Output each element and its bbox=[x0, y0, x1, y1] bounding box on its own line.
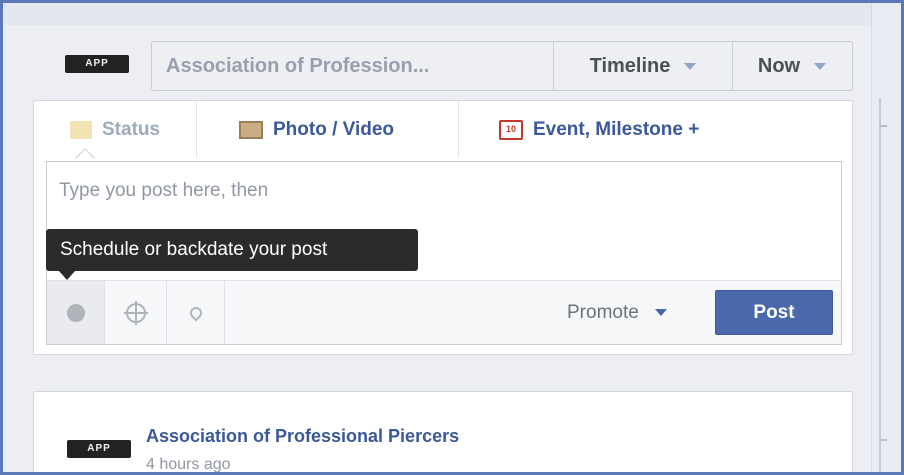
chevron-down-icon bbox=[814, 62, 827, 70]
location-pin-icon bbox=[187, 304, 204, 321]
timeline-dropdown[interactable]: Timeline bbox=[554, 42, 733, 90]
tooltip-text: Schedule or backdate your post bbox=[60, 239, 328, 260]
post-placeholder: Type you post here, then bbox=[59, 180, 269, 201]
composer-toolbar: Promote Post bbox=[47, 280, 841, 344]
promote-dropdown[interactable]: Promote bbox=[567, 281, 667, 344]
timeline-label: Timeline bbox=[589, 54, 671, 77]
now-label: Now bbox=[757, 54, 801, 77]
window-frame: APP Association of Profession... Timelin… bbox=[0, 0, 904, 475]
avatar[interactable]: APP bbox=[67, 440, 131, 458]
composer-tabs: Status Photo / Video 10 Event, Milestone… bbox=[34, 101, 852, 158]
location-button[interactable] bbox=[167, 281, 225, 344]
page-name-selector[interactable]: Association of Profession... bbox=[152, 42, 554, 90]
tab-photo-label: Photo / Video bbox=[273, 118, 395, 140]
post-author-link[interactable]: Association of Professional Piercers bbox=[146, 426, 459, 447]
timeline-header-bar: Association of Profession... Timeline No… bbox=[151, 41, 853, 91]
chevron-down-icon bbox=[654, 309, 667, 316]
page-logo[interactable]: APP bbox=[65, 55, 129, 73]
page-name-label: Association of Profession... bbox=[166, 54, 430, 77]
photo-icon bbox=[239, 120, 263, 139]
tab-status[interactable]: Status bbox=[34, 101, 197, 158]
tooltip-arrow bbox=[59, 271, 75, 280]
schedule-button[interactable] bbox=[47, 281, 105, 344]
schedule-tooltip: Schedule or backdate your post bbox=[46, 229, 418, 271]
now-dropdown[interactable]: Now bbox=[733, 42, 851, 90]
timeline-rail bbox=[871, 3, 901, 472]
promote-label: Promote bbox=[567, 301, 639, 323]
tab-event-label: Event, Milestone + bbox=[533, 118, 700, 140]
clock-icon bbox=[66, 303, 85, 322]
tab-event-milestone[interactable]: 10 Event, Milestone + bbox=[459, 101, 699, 158]
top-strip bbox=[3, 3, 901, 25]
calendar-icon: 10 bbox=[499, 119, 523, 140]
targeting-button[interactable] bbox=[105, 281, 167, 344]
chevron-down-icon bbox=[684, 62, 697, 70]
timeline-tick bbox=[879, 439, 887, 441]
timeline-line bbox=[879, 98, 881, 472]
tab-status-label: Status bbox=[102, 118, 161, 140]
status-icon bbox=[70, 120, 92, 139]
target-icon bbox=[123, 300, 148, 325]
tab-photo-video[interactable]: Photo / Video bbox=[197, 101, 459, 158]
timeline-tick bbox=[879, 125, 887, 127]
post-timestamp[interactable]: 4 hours ago bbox=[146, 456, 231, 472]
feed-post: APP Association of Professional Piercers… bbox=[33, 391, 853, 472]
post-button[interactable]: Post bbox=[715, 290, 833, 335]
post-composer: Status Photo / Video 10 Event, Milestone… bbox=[33, 100, 853, 355]
